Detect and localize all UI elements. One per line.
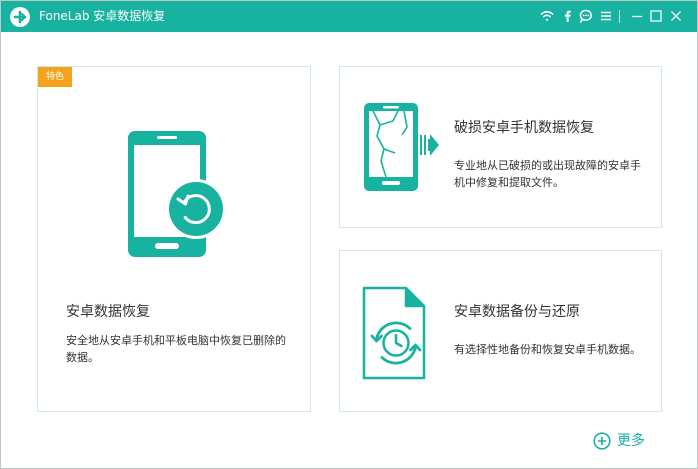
wifi-icon[interactable] <box>540 9 554 23</box>
card-title: 破损安卓手机数据恢复 <box>454 120 594 136</box>
app-subtitle: 安卓数据恢复 <box>93 9 166 23</box>
card-android-data-recovery[interactable]: 特色 安卓数据恢复 安全地从安卓手机和平板电脑中恢复已删除的数据。 <box>37 66 311 412</box>
close-icon[interactable] <box>669 9 683 23</box>
featured-badge: 特色 <box>38 67 72 87</box>
card-broken-android-recovery[interactable]: 破损安卓手机数据恢复 专业地从已破损的或出现故障的安卓手机中修复和提取文件。 <box>339 66 662 228</box>
card-description: 安全地从安卓手机和平板电脑中恢复已删除的数据。 <box>66 334 286 364</box>
titlebar-divider <box>619 10 620 23</box>
fonelab-logo-icon <box>10 7 30 27</box>
chat-icon[interactable] <box>579 9 593 23</box>
card-description: 有选择性地备份和恢复安卓手机数据。 <box>454 343 641 356</box>
app-window: FoneLab 安卓数据恢复 特色 安卓数据恢复 安全地从安卓手机和平板电脑中恢… <box>0 0 698 469</box>
card-title: 安卓数据恢复 <box>66 304 150 320</box>
plus-circle-icon <box>593 432 611 450</box>
app-title: FoneLab 安卓数据恢复 <box>39 1 165 32</box>
app-name: FoneLab <box>39 9 90 23</box>
menu-icon[interactable] <box>599 9 613 23</box>
minimize-icon[interactable] <box>630 9 644 23</box>
title-bar: FoneLab 安卓数据恢复 <box>1 1 697 32</box>
facebook-icon[interactable] <box>560 9 574 23</box>
broken-phone-icon <box>364 103 439 191</box>
maximize-icon[interactable] <box>649 9 663 23</box>
document-backup-icon <box>362 286 426 380</box>
card-title: 安卓数据备份与还原 <box>454 304 580 320</box>
more-label: 更多 <box>617 433 645 449</box>
card-description: 专业地从已破损的或出现故障的安卓手机中修复和提取文件。 <box>454 159 641 189</box>
card-backup-restore[interactable]: 安卓数据备份与还原 有选择性地备份和恢复安卓手机数据。 <box>339 250 662 412</box>
phone-restore-icon <box>128 131 226 257</box>
